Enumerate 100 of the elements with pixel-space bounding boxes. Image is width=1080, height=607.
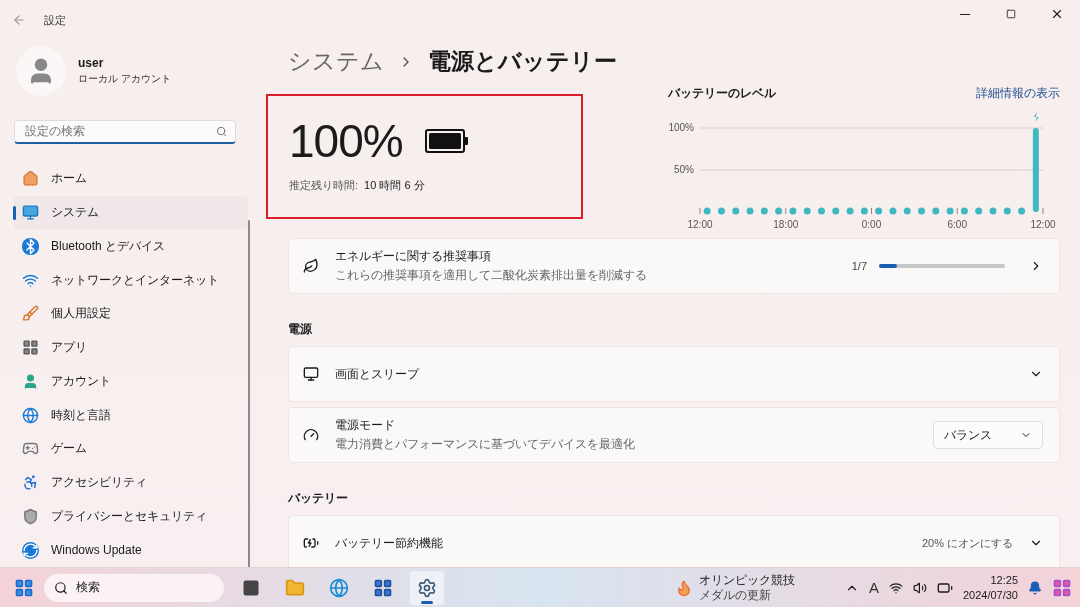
start-icon[interactable]: [14, 577, 34, 598]
level-dot: [832, 207, 840, 215]
level-dot: [1018, 207, 1026, 215]
shield-icon: [22, 507, 39, 525]
breadcrumb-link[interactable]: システム: [288, 46, 384, 77]
axis-label: 12:00: [1030, 219, 1056, 230]
task-view-icon: [242, 578, 260, 597]
leaf-icon: [303, 258, 319, 274]
nav-item[interactable]: Bluetooth とデバイス: [14, 229, 248, 264]
level-dot: [975, 207, 983, 215]
wifi-icon[interactable]: [888, 580, 903, 595]
level-dot: [960, 207, 968, 215]
browser-icon: [329, 577, 349, 598]
card-subtitle: 電力消費とパフォーマンスに基づいてデバイスを最適化: [335, 436, 636, 453]
level-dot: [903, 207, 911, 215]
brush-icon: [22, 305, 39, 323]
input-mode-indicator[interactable]: A: [868, 579, 879, 596]
settings-card[interactable]: 電源モード 電力消費とパフォーマンスに基づいてデバイスを最適化 バランス: [288, 407, 1060, 463]
nav-item[interactable]: アプリ: [14, 330, 248, 365]
nav-item[interactable]: システム: [14, 195, 248, 230]
bluetooth-icon: [22, 237, 39, 255]
axis-label: 6:00: [947, 219, 967, 230]
account-type: ローカル アカウント: [78, 72, 171, 86]
level-dot: [789, 207, 797, 215]
section-heading: バッテリー: [288, 490, 349, 507]
bell-icon[interactable]: [1028, 580, 1042, 595]
level-dot: [846, 207, 854, 215]
level-dot: [717, 207, 725, 215]
level-dot: [932, 207, 940, 215]
back-icon[interactable]: [12, 13, 26, 27]
nav-item[interactable]: アカウント: [14, 364, 248, 399]
chart-title: バッテリーのレベル: [668, 85, 776, 102]
power-mode-dropdown[interactable]: バランス: [933, 421, 1043, 449]
search-field[interactable]: 設定の検索: [23, 123, 216, 140]
section-heading: 電源: [288, 321, 313, 338]
nav-item[interactable]: ゲーム: [14, 432, 248, 466]
gauge-icon: [303, 427, 319, 443]
level-dot: [875, 207, 883, 215]
user-name: user: [78, 56, 105, 70]
search-box[interactable]: 設定の検索: [14, 120, 236, 144]
progress-count: 1/7: [851, 260, 867, 272]
monitor-icon: [303, 366, 319, 382]
monitor-icon: [22, 204, 39, 221]
accessibility-icon: [22, 474, 39, 492]
level-dot: [918, 207, 925, 215]
nav-item[interactable]: ホーム: [14, 161, 248, 196]
clock[interactable]: 12:25 2024/07/30: [962, 573, 1018, 602]
level-dot: [732, 207, 740, 215]
close-icon: [1050, 7, 1064, 21]
settings-card[interactable]: エネルギーに関する推奨事項 これらの推奨事項を適用して二酸化炭素排出量を削減する 1/7: [288, 238, 1060, 294]
level-dot: [803, 207, 811, 215]
search-icon: [216, 125, 227, 137]
level-dot: [989, 207, 997, 215]
folder-icon: [285, 577, 305, 598]
news-title[interactable]: オリンピック競技: [698, 572, 795, 588]
nav-item[interactable]: プライバシーとセキュリティ: [14, 499, 248, 534]
battery-saver-icon: [303, 535, 319, 551]
nav-item[interactable]: ネットワークとインターネット: [14, 263, 248, 297]
axis-label: 0:00: [861, 219, 882, 230]
level-dot: [1003, 207, 1011, 215]
level-dot: [889, 207, 897, 215]
card-title: バッテリー節約機能: [335, 534, 444, 552]
nav-item[interactable]: 個人用設定: [14, 296, 248, 331]
card-title: 画面とスリープ: [335, 365, 421, 383]
search-placeholder: 検索: [76, 579, 100, 596]
home-icon: [22, 170, 39, 188]
active-indicator: [421, 600, 433, 604]
avatar: [16, 46, 66, 96]
level-dot: [775, 207, 783, 215]
minimize-icon: [960, 13, 970, 15]
settings-icon: [417, 577, 437, 598]
charging-icon: [1033, 112, 1039, 122]
nav-item[interactable]: Windows Update: [14, 533, 248, 567]
news-subtitle: メダルの更新: [698, 587, 772, 603]
settings-card[interactable]: バッテリー節約機能 20% にオンにする: [288, 515, 1060, 567]
details-link[interactable]: 詳細情報の表示: [976, 85, 1060, 102]
speaker-icon[interactable]: [912, 580, 927, 595]
axis-label: 12:00: [687, 219, 713, 230]
card-status: 20% にオンにする: [921, 535, 1013, 551]
level-dot: [760, 207, 768, 215]
maximize-icon: [1006, 9, 1016, 19]
store-icon: [373, 577, 393, 598]
remaining-time: 10 時間 6 分: [364, 178, 425, 193]
level-dot: [860, 207, 868, 215]
taskbar-app-button[interactable]: [410, 570, 444, 605]
level-dot: [746, 207, 754, 215]
remaining-label: 推定残り時間:: [289, 178, 359, 193]
card-title: エネルギーに関する推奨事項: [335, 248, 492, 265]
nav-item[interactable]: アクセシビリティ: [14, 465, 248, 500]
nav-item[interactable]: 時刻と言語: [14, 398, 248, 432]
globe-icon: [22, 406, 39, 424]
search-icon: [54, 580, 68, 595]
refresh-icon: [22, 541, 39, 559]
settings-card[interactable]: 画面とスリープ: [288, 346, 1060, 402]
copilot-icon[interactable]: [1052, 577, 1072, 598]
apps-icon: [22, 339, 39, 357]
axis-label: 100%: [668, 122, 694, 133]
selection-indicator: [13, 205, 16, 220]
window-title: 設定: [44, 12, 66, 28]
taskbar-search[interactable]: 検索: [44, 573, 224, 602]
